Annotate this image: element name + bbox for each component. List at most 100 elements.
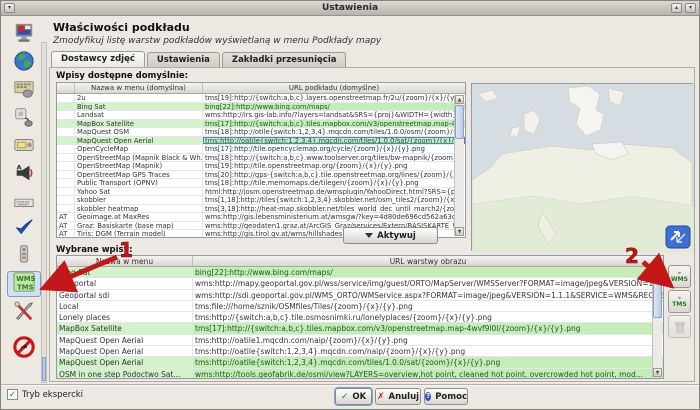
country-column-header[interactable]	[57, 83, 75, 93]
window-shade-button[interactable]: ▴	[671, 3, 682, 13]
tab-bar: Dostawcy zdjęćUstawieniaZakładki przesun…	[51, 52, 346, 68]
scroll-down-icon[interactable]: ▼	[455, 227, 464, 236]
sidebar-item-remote-control[interactable]	[7, 243, 41, 269]
country-cell	[57, 120, 75, 128]
table-row[interactable]: Lonely placestms:http://{switch:a,b,c}.t…	[57, 312, 663, 323]
table-row[interactable]: MapQuest Open Aerialtms:http://oatile{sw…	[57, 357, 663, 368]
plugins-icon	[12, 336, 36, 362]
table-row[interactable]: MapBox Satellitetms[17]:http://{switch:a…	[57, 323, 663, 334]
entry-name-cell: OSM in one step Podoctwo Sat...	[57, 369, 193, 379]
delete-entry-button[interactable]	[668, 315, 691, 338]
entry-name-cell: MapBox Satellite	[57, 323, 193, 333]
sidebar-item-globe[interactable]	[7, 50, 41, 76]
table-row[interactable]: OpenStreetMap GPS Tracestms[20]:http://g…	[57, 171, 465, 180]
sidebar-scrollbar-thumb[interactable]	[42, 357, 46, 381]
sidebar-item-wms-tms-imagery[interactable]: WMSTMS	[7, 271, 41, 297]
table-row[interactable]: Yahoo Sathtml:http://josm.openstreetmap.…	[57, 188, 465, 197]
defaults-table-scrollbar[interactable]: ▲ ▼	[454, 95, 464, 236]
entry-toolbar: ⌖WMS⌖TMS	[668, 265, 692, 340]
sidebar-item-keyboard[interactable]	[7, 190, 41, 216]
titlebar[interactable]: ▾ Ustawienia ▴ ▾	[1, 1, 699, 16]
sidebar-scrollbar[interactable]	[41, 42, 47, 383]
svg-text:TMS: TMS	[17, 283, 34, 291]
cross-icon: ✗	[377, 392, 385, 402]
table-row[interactable]: MapQuest Open Aerialtms:http://oatile1.m…	[57, 335, 663, 346]
sidebar-item-projector[interactable]	[7, 134, 41, 160]
entry-url-cell: tms:http://{switch:a,b,c}.tile.osmosnimk…	[193, 312, 663, 322]
entry-name-cell: Geoimage.at MaxRes	[75, 213, 203, 221]
entry-name-cell: MapQuest OSM	[75, 128, 203, 136]
name-column-header[interactable]: Nazwa w menu	[57, 256, 193, 266]
table-row[interactable]: MapQuest Open Aerialtms:http://oatile{sw…	[57, 346, 663, 357]
window-close-button[interactable]: ▾	[685, 3, 696, 13]
scroll-up-icon[interactable]: ▲	[653, 268, 662, 277]
sidebar-item-audio[interactable]: A	[7, 162, 41, 188]
tools-icon	[12, 300, 36, 326]
trash-icon	[672, 319, 688, 335]
page-subtitle: Zmodyfikuj listę warstw podkładów wyświe…	[53, 36, 381, 46]
checkbox-check-icon[interactable]: ✓	[7, 389, 18, 400]
table-row[interactable]: OSM in one step Podoctwo Sat...wms:http:…	[57, 369, 663, 379]
add-tms-button[interactable]: ⌖TMS	[668, 290, 691, 313]
scrollbar-thumb[interactable]	[455, 105, 464, 139]
sidebar-item-connection[interactable]	[7, 106, 41, 132]
table-row[interactable]: MapQuest Open Aerialtms:http://oatile{sw…	[57, 137, 465, 146]
table-row[interactable]: skobblertms[1,18]:http://tiles{switch:1,…	[57, 196, 465, 205]
table-header: Nazwa w menu URL warstwy obrazu	[57, 256, 663, 267]
tab-settings[interactable]: Ustawienia	[147, 52, 220, 67]
entry-name-cell: skobbler heatmap	[75, 205, 203, 213]
projector-icon	[12, 134, 36, 160]
table-row[interactable]: OpenStreetMap (Mapnik)tms[19]:http://til…	[57, 162, 465, 171]
entry-name-cell: Tiris: DGM (Terrain model)	[75, 230, 203, 238]
table-row[interactable]: skobbler heatmaptms[3,18]:http://heat-ma…	[57, 205, 465, 214]
activate-button[interactable]: Aktywuj	[343, 227, 438, 244]
sidebar-item-validator[interactable]	[7, 216, 41, 242]
help-button[interactable]: ? Pomoc	[424, 388, 468, 405]
map-preview[interactable]	[471, 83, 693, 251]
table-row[interactable]: ATGeoimage.at MaxReswms:http://gis.leben…	[57, 213, 465, 222]
table-row[interactable]: OpenCycleMaptms[17]:http://tile.opencycl…	[57, 145, 465, 154]
add-wms-button[interactable]: ⌖WMS	[668, 265, 691, 288]
entry-url-cell: tms[18]:http://otile{switch:1,2,3,4}.mqc…	[203, 128, 465, 136]
table-row[interactable]: OpenStreetMap (Mapnik Black & Wh...tms[1…	[57, 154, 465, 163]
expert-mode-checkbox[interactable]: ✓ Tryb ekspercki	[7, 389, 83, 400]
name-column-header[interactable]: Nazwa w menu (domyślna)	[75, 83, 203, 93]
scrollbar-thumb[interactable]	[653, 282, 662, 318]
footer-separator	[1, 384, 699, 385]
url-column-header[interactable]: URL podkładu (domyślne)	[203, 83, 465, 93]
scroll-down-icon[interactable]: ▼	[653, 368, 662, 377]
selected-table-scrollbar[interactable]: ▲ ▼	[652, 268, 662, 377]
country-cell	[57, 145, 75, 153]
table-row[interactable]: Bing Satbing[22]:http://www.bing.com/map…	[57, 267, 663, 278]
url-column-header[interactable]: URL warstwy obrazu	[193, 256, 663, 266]
selected-section-label: Wybrane wpisy:	[56, 245, 133, 255]
table-row[interactable]: Public Transport (ÖPNV)tms[18]:http://ti…	[57, 179, 465, 188]
cancel-button[interactable]: ✗ Anuluj	[375, 388, 421, 405]
entry-name-cell: 2u	[75, 94, 203, 102]
sidebar-item-tools[interactable]	[7, 300, 41, 326]
sidebar-item-display-settings[interactable]	[7, 22, 41, 48]
country-cell	[57, 205, 75, 213]
table-row[interactable]: MapBox Satellitetms[17]:http://{switch:a…	[57, 120, 465, 129]
table-row[interactable]: 2utms[19]:http://{switch:a,b,c}.layers.o…	[57, 94, 465, 103]
table-row[interactable]: Bing Satbing[22]:http://www.bing.com/map…	[57, 103, 465, 112]
ok-button[interactable]: ✓ OK	[335, 388, 372, 405]
table-row[interactable]: Landsatwms:http://irs.gis-lab.info/?laye…	[57, 111, 465, 120]
entry-name-cell: Graz: Basiskarte (base map)	[75, 222, 203, 230]
entry-url-cell: tms[3,18]:http://heat-map.skobbler.net/t…	[203, 205, 465, 213]
table-row[interactable]: MapQuest OSMtms[18]:http://otile{switch:…	[57, 128, 465, 137]
scroll-up-icon[interactable]: ▲	[455, 95, 464, 104]
tab-offset-bookmarks[interactable]: Zakładki przesunięcia	[222, 52, 347, 67]
table-row[interactable]: Localtms:file:///home/sznik/OSMfiles/Til…	[57, 301, 663, 312]
map-download-button[interactable]	[666, 226, 690, 248]
sidebar-item-toolbar-settings[interactable]	[7, 78, 41, 104]
entry-url-cell: tms[17]:http://{switch:a,b,c}.tiles.mapb…	[203, 120, 465, 128]
table-row[interactable]: Geoportal sdiwms:http://sdi.geoportal.go…	[57, 290, 663, 301]
table-row[interactable]: Geoportalwms:http://mapy.geoportal.gov.p…	[57, 278, 663, 289]
entry-name-cell: Landsat	[75, 111, 203, 119]
expert-mode-label: Tryb ekspercki	[22, 390, 83, 400]
sidebar-item-plugins[interactable]	[7, 336, 41, 362]
tab-providers[interactable]: Dostawcy zdjęć	[51, 51, 145, 67]
entry-url-cell: tms[17]:http://{switch:a,b,c}.tiles.mapb…	[193, 323, 663, 333]
country-cell	[57, 154, 75, 162]
